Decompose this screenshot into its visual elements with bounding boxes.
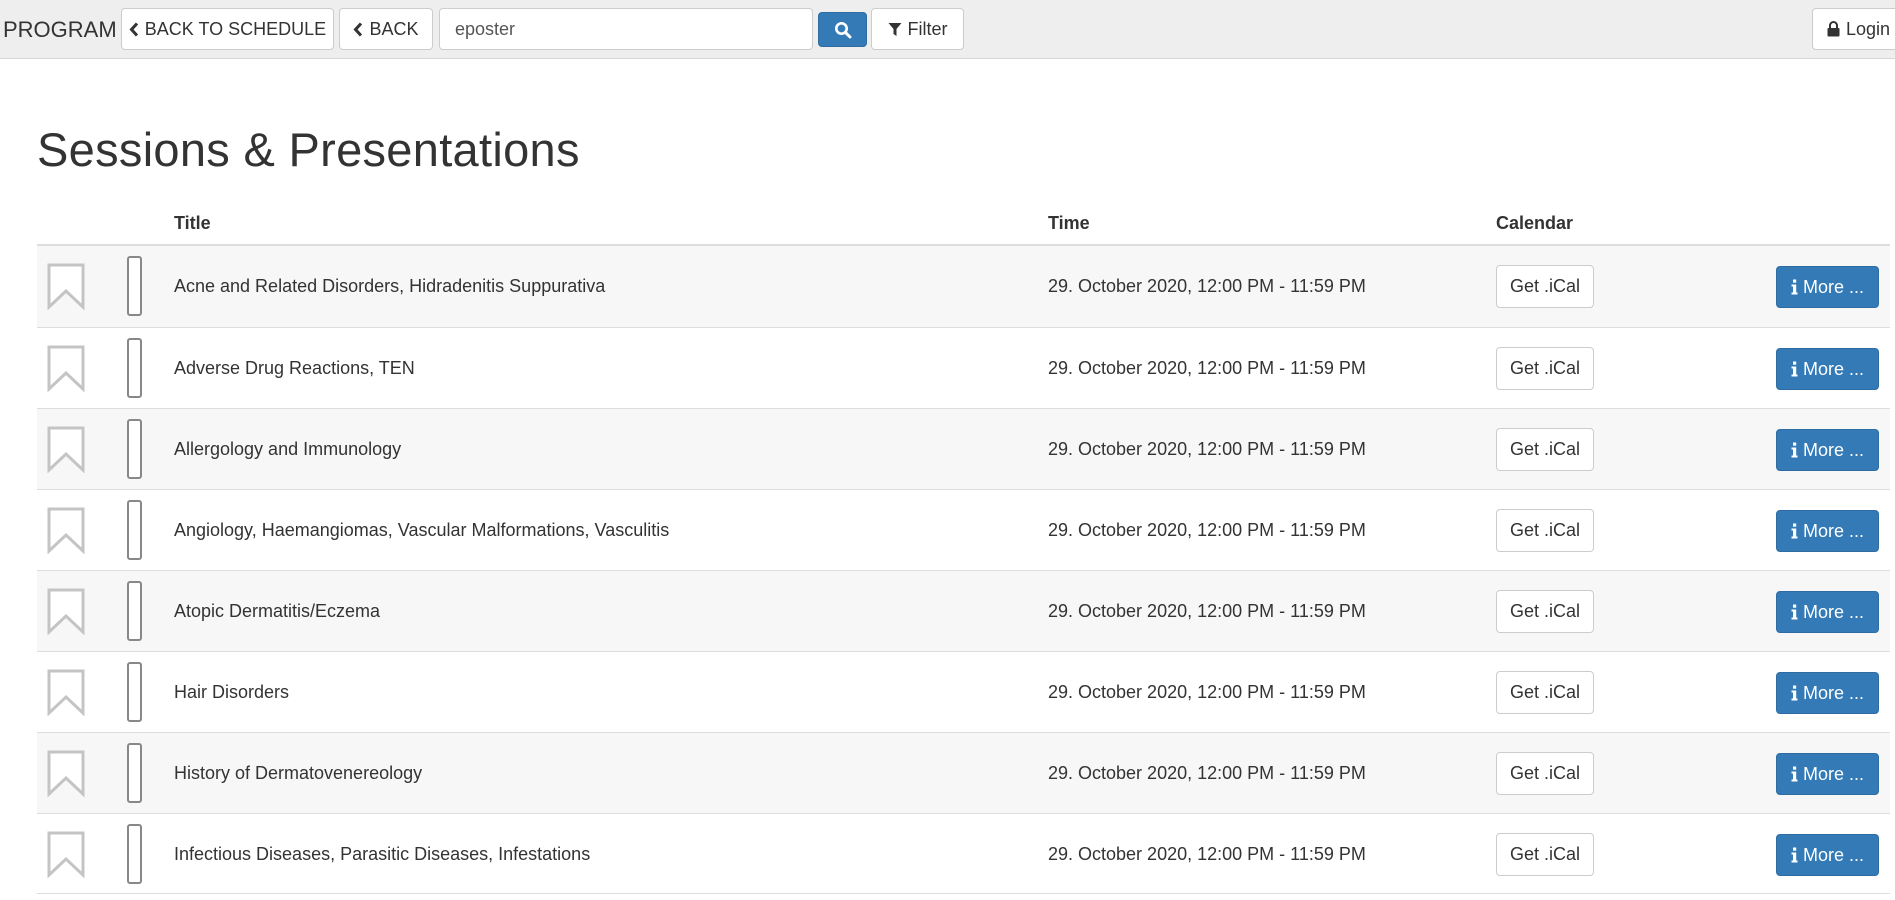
search-icon [834, 21, 852, 39]
login-button[interactable]: Login [1812, 8, 1895, 50]
chevron-left-icon [353, 21, 363, 37]
column-header-time: Time [1048, 213, 1090, 233]
filter-label: Filter [907, 18, 948, 39]
get-ical-button[interactable]: Get .iCal [1496, 428, 1594, 471]
back-label: BACK [369, 18, 419, 39]
session-title: Acne and Related Disorders, Hidradenitis… [174, 276, 606, 296]
more-button[interactable]: More ... [1776, 429, 1879, 471]
bookmark-icon[interactable] [47, 669, 85, 717]
table-row: History of Dermatovenereology 29. Octobe… [37, 732, 1890, 813]
select-checkbox[interactable] [127, 824, 142, 884]
table-row: Acne and Related Disorders, Hidradenitis… [37, 246, 1890, 327]
info-icon [1791, 847, 1798, 863]
more-button[interactable]: More ... [1776, 753, 1879, 795]
more-label: More ... [1802, 682, 1864, 703]
more-button[interactable]: More ... [1776, 348, 1879, 390]
session-title: Angiology, Haemangiomas, Vascular Malfor… [174, 520, 670, 540]
login-label: Login [1846, 18, 1891, 39]
back-to-schedule-button[interactable]: BACK TO SCHEDULE [121, 8, 334, 50]
back-to-schedule-label: BACK TO SCHEDULE [144, 18, 327, 39]
table-header: Title Time Calendar [37, 203, 1890, 246]
info-icon [1791, 442, 1798, 458]
get-ical-button[interactable]: Get .iCal [1496, 833, 1594, 876]
session-time: 29. October 2020, 12:00 PM - 11:59 PM [1048, 358, 1366, 378]
more-label: More ... [1802, 601, 1864, 622]
select-checkbox[interactable] [127, 500, 142, 560]
info-icon [1791, 361, 1798, 377]
more-label: More ... [1802, 439, 1864, 460]
table-row: Infectious Diseases, Parasitic Diseases,… [37, 813, 1890, 894]
get-ical-button[interactable]: Get .iCal [1496, 671, 1594, 714]
session-time: 29. October 2020, 12:00 PM - 11:59 PM [1048, 682, 1366, 702]
sessions-table: Title Time Calendar Acne and Related Dis… [37, 203, 1890, 894]
search-input[interactable] [439, 8, 813, 50]
column-header-calendar: Calendar [1496, 213, 1574, 233]
info-icon [1791, 604, 1798, 620]
table-row: Atopic Dermatitis/Eczema 29. October 202… [37, 570, 1890, 651]
session-title: Adverse Drug Reactions, TEN [174, 358, 415, 378]
table-row: Adverse Drug Reactions, TEN 29. October … [37, 327, 1890, 408]
session-time: 29. October 2020, 12:00 PM - 11:59 PM [1048, 276, 1366, 296]
bookmark-icon[interactable] [47, 588, 85, 636]
session-time: 29. October 2020, 12:00 PM - 11:59 PM [1048, 439, 1366, 459]
search-button[interactable] [818, 12, 867, 47]
table-body: Acne and Related Disorders, Hidradenitis… [37, 246, 1890, 894]
select-checkbox[interactable] [127, 743, 142, 803]
more-button[interactable]: More ... [1776, 510, 1879, 552]
brand-title[interactable]: PROGRAM [3, 15, 117, 45]
session-title: History of Dermatovenereology [174, 763, 423, 783]
bookmark-icon[interactable] [47, 750, 85, 798]
bookmark-icon[interactable] [47, 831, 85, 879]
more-label: More ... [1802, 358, 1864, 379]
bookmark-icon[interactable] [47, 507, 85, 555]
session-time: 29. October 2020, 12:00 PM - 11:59 PM [1048, 520, 1366, 540]
select-checkbox[interactable] [127, 338, 142, 398]
select-checkbox[interactable] [127, 419, 142, 479]
page-title: Sessions & Presentations [37, 123, 580, 176]
table-row: Hair Disorders 29. October 2020, 12:00 P… [37, 651, 1890, 732]
info-icon [1791, 279, 1798, 295]
top-navbar: PROGRAM BACK TO SCHEDULE BACK Filter Log… [0, 0, 1895, 59]
bookmark-icon[interactable] [47, 345, 85, 393]
session-time: 29. October 2020, 12:00 PM - 11:59 PM [1048, 844, 1366, 864]
info-icon [1791, 685, 1798, 701]
table-row: Allergology and Immunology 29. October 2… [37, 408, 1890, 489]
back-button[interactable]: BACK [339, 8, 433, 50]
session-title: Hair Disorders [174, 682, 290, 702]
bookmark-icon[interactable] [47, 263, 85, 311]
column-header-title: Title [174, 213, 211, 233]
get-ical-button[interactable]: Get .iCal [1496, 347, 1594, 390]
more-label: More ... [1802, 844, 1864, 865]
get-ical-button[interactable]: Get .iCal [1496, 752, 1594, 795]
more-button[interactable]: More ... [1776, 672, 1879, 714]
more-button[interactable]: More ... [1776, 834, 1879, 876]
session-title: Atopic Dermatitis/Eczema [174, 601, 381, 621]
get-ical-button[interactable]: Get .iCal [1496, 590, 1594, 633]
filter-button[interactable]: Filter [871, 8, 964, 50]
get-ical-button[interactable]: Get .iCal [1496, 509, 1594, 552]
session-title: Allergology and Immunology [174, 439, 402, 459]
more-label: More ... [1802, 520, 1864, 541]
more-label: More ... [1802, 763, 1864, 784]
more-label: More ... [1802, 276, 1864, 297]
select-checkbox[interactable] [127, 662, 142, 722]
bookmark-icon[interactable] [47, 426, 85, 474]
session-time: 29. October 2020, 12:00 PM - 11:59 PM [1048, 601, 1366, 621]
more-button[interactable]: More ... [1776, 591, 1879, 633]
filter-icon [888, 22, 902, 37]
session-time: 29. October 2020, 12:00 PM - 11:59 PM [1048, 763, 1366, 783]
get-ical-button[interactable]: Get .iCal [1496, 265, 1594, 308]
info-icon [1791, 766, 1798, 782]
info-icon [1791, 523, 1798, 539]
table-row: Angiology, Haemangiomas, Vascular Malfor… [37, 489, 1890, 570]
session-title: Infectious Diseases, Parasitic Diseases,… [174, 844, 591, 864]
chevron-left-icon [129, 21, 139, 37]
more-button[interactable]: More ... [1776, 266, 1879, 308]
lock-icon [1827, 21, 1840, 37]
select-checkbox[interactable] [127, 581, 142, 641]
select-checkbox[interactable] [127, 256, 142, 316]
